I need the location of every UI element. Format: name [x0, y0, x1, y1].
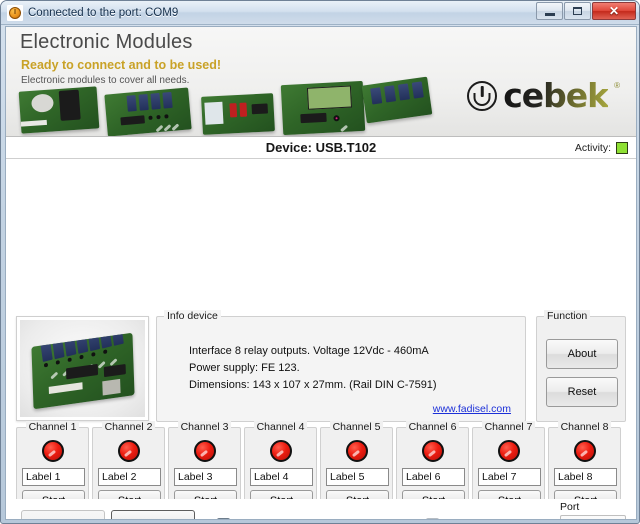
channel-label-input[interactable]: Label 3: [174, 468, 237, 486]
banner-title: Electronic Modules: [20, 31, 193, 53]
channel-legend: Channel 6: [405, 421, 460, 433]
channel-label-input[interactable]: Label 6: [402, 468, 465, 486]
device-bar: Device: USB.T102 Activity:: [6, 137, 636, 159]
show-viewer-checkbox-box[interactable]: [217, 518, 230, 519]
footer-bar: Connect Disconnect Show port communicati…: [6, 499, 636, 521]
window-title: Connected to the port: COM9: [28, 6, 179, 19]
disconnect-button[interactable]: Disconnect: [111, 510, 195, 519]
device-title: Device: USB.T102: [265, 140, 377, 155]
pcb-photo-2: [104, 87, 192, 136]
client-area: Electronic Modules Ready to connect and …: [5, 26, 637, 520]
reset-button[interactable]: Reset: [546, 377, 618, 407]
channel-label-input[interactable]: Label 2: [98, 468, 161, 486]
channel-led-icon: [573, 440, 596, 462]
channel-legend: Channel 5: [329, 421, 384, 433]
channel-led-icon: [193, 440, 216, 462]
about-button[interactable]: About: [546, 339, 618, 369]
channel-legend: Channel 1: [25, 421, 80, 433]
show-viewer-checkbox[interactable]: Show port communication's viewer: [217, 518, 397, 520]
info-device-legend: Info device: [164, 310, 221, 322]
channel-label-input[interactable]: Label 4: [250, 468, 313, 486]
function-legend: Function: [544, 310, 591, 322]
pcb-photo-3: [201, 93, 275, 135]
close-button[interactable]: ✕: [592, 2, 636, 20]
minimize-button[interactable]: [536, 2, 563, 20]
channel-led-icon: [421, 440, 444, 462]
port-combobox[interactable]: COM9: [560, 515, 626, 521]
channel-legend: Channel 3: [177, 421, 232, 433]
channel-led-icon: [41, 440, 64, 462]
logo-wordmark: cebek: [503, 76, 609, 115]
pcb-photo-1: [18, 86, 100, 134]
channel-label-input[interactable]: Label 5: [326, 468, 389, 486]
title-bar[interactable]: Connected to the port: COM9 ✕: [1, 1, 639, 25]
main-panel: Info device Interface 8 relay outputs. V…: [6, 159, 636, 519]
activity-led-icon: [616, 141, 628, 154]
power-circle-icon: [7, 4, 23, 21]
channel-legend: Channel 4: [253, 421, 308, 433]
port-label: Port: [560, 501, 580, 513]
manual-port-checkbox-label: Manually select port: [445, 519, 538, 520]
port-combobox-value: COM9: [561, 520, 597, 521]
product-photo-image: [20, 320, 145, 417]
manual-port-checkbox[interactable]: Manually select port: [426, 518, 538, 520]
channel-label-input[interactable]: Label 7: [478, 468, 541, 486]
window-controls: ✕: [536, 2, 636, 20]
activity-indicator: Activity:: [574, 141, 628, 154]
show-viewer-checkbox-label: Show port communication's viewer: [236, 519, 397, 520]
fadisel-website-link[interactable]: www.fadisel.com: [433, 403, 511, 415]
channel-label-input[interactable]: Label 1: [22, 468, 85, 486]
channel-led-icon: [497, 440, 520, 462]
pcb-photo-5: [361, 76, 433, 124]
channel-legend: Channel 8: [557, 421, 612, 433]
channel-label-input[interactable]: Label 8: [554, 468, 617, 486]
manual-port-checkbox-box[interactable]: [426, 518, 439, 519]
channel-led-icon: [269, 440, 292, 462]
banner-subtitle: Electronic modules to cover all needs.: [21, 75, 190, 86]
brand-banner: Electronic Modules Ready to connect and …: [6, 27, 636, 137]
port-selector: Port COM9: [560, 501, 626, 521]
cebek-logo: cebek ®: [467, 79, 620, 112]
info-device-group: Info device Interface 8 relay outputs. V…: [156, 310, 526, 422]
info-line-power-supply: Power supply: FE 123.: [189, 362, 300, 374]
registered-mark: ®: [614, 81, 620, 90]
cebek-emblem-icon: [467, 80, 498, 111]
info-line-interface: Interface 8 relay outputs. Voltage 12Vdc…: [189, 345, 429, 357]
info-line-dimensions: Dimensions: 143 x 107 x 27mm. (Rail DIN …: [189, 379, 437, 391]
connect-button[interactable]: Connect: [21, 510, 105, 519]
channel-led-icon: [345, 440, 368, 462]
product-photo: [16, 316, 149, 421]
pcb-photo-4: [280, 80, 366, 136]
close-icon: ✕: [608, 4, 620, 18]
channel-led-icon: [117, 440, 140, 462]
maximize-button[interactable]: [564, 2, 591, 20]
banner-tagline: Ready to connect and to be used!: [21, 58, 222, 72]
app-window: Connected to the port: COM9 ✕ Electronic…: [0, 0, 640, 524]
channel-legend: Channel 7: [481, 421, 536, 433]
relay-board-photo: [31, 332, 135, 410]
function-group: Function About Reset: [536, 310, 626, 422]
channel-legend: Channel 2: [101, 421, 156, 433]
activity-label: Activity:: [574, 141, 611, 154]
